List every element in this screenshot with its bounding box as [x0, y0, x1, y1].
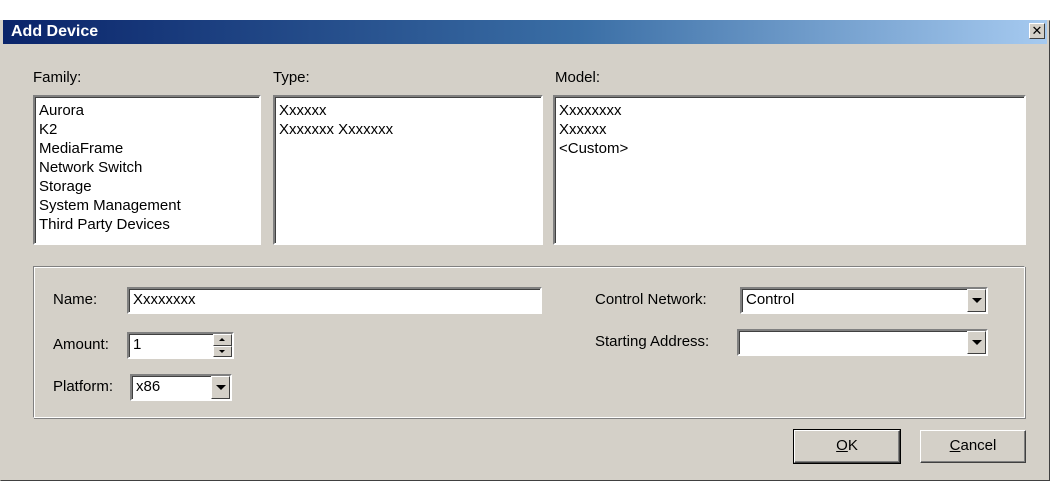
cancel-label: ancel — [960, 437, 997, 454]
name-input[interactable]: Xxxxxxxx — [127, 287, 542, 314]
platform-label: Platform: — [53, 378, 114, 395]
control-network-select[interactable]: Control — [740, 287, 988, 314]
starting-address-select[interactable] — [737, 329, 988, 356]
ok-button[interactable]: OK — [793, 429, 901, 464]
amount-label: Amount: — [53, 336, 109, 353]
model-item[interactable]: <Custom> — [559, 139, 1024, 158]
type-label: Type: — [273, 69, 310, 86]
ok-mnemonic: O — [836, 437, 848, 454]
cancel-button[interactable]: Cancel — [920, 430, 1026, 463]
chevron-down-icon[interactable] — [967, 289, 986, 312]
model-label: Model: — [555, 69, 601, 86]
ok-label: K — [847, 437, 858, 454]
family-item[interactable]: System Management — [39, 196, 259, 215]
window-title: Add Device — [11, 23, 99, 40]
window-top-strip — [0, 0, 1052, 20]
type-listbox[interactable]: Xxxxxx Xxxxxxx Xxxxxxx — [273, 95, 543, 245]
amount-value: 1 — [133, 336, 142, 353]
cancel-mnemonic: C — [949, 437, 961, 454]
spin-up-icon[interactable] — [213, 334, 232, 346]
starting-address-label: Starting Address: — [595, 333, 710, 350]
chevron-down-icon[interactable] — [211, 376, 230, 399]
family-item[interactable]: Storage — [39, 177, 259, 196]
platform-select[interactable]: x86 — [130, 374, 232, 401]
control-network-label: Control Network: — [595, 291, 707, 308]
family-item[interactable]: Aurora — [39, 101, 259, 120]
type-item[interactable]: Xxxxxx — [279, 101, 541, 120]
platform-value: x86 — [136, 378, 161, 395]
family-item[interactable]: Third Party Devices — [39, 215, 259, 234]
family-listbox[interactable]: Aurora K2 MediaFrame Network Switch Stor… — [33, 95, 261, 245]
model-listbox[interactable]: Xxxxxxxx Xxxxxx <Custom> — [553, 95, 1026, 245]
amount-spinner[interactable]: 1 — [127, 332, 234, 359]
close-icon[interactable]: ✕ — [1029, 23, 1045, 39]
control-network-value: Control — [746, 291, 795, 308]
family-item[interactable]: Network Switch — [39, 158, 259, 177]
name-label: Name: — [53, 291, 98, 308]
family-label: Family: — [33, 69, 82, 86]
spin-down-icon[interactable] — [213, 345, 232, 357]
amount-spin-buttons[interactable] — [213, 334, 232, 357]
model-item[interactable]: Xxxxxx — [559, 120, 1024, 139]
family-item[interactable]: MediaFrame — [39, 139, 259, 158]
type-item[interactable]: Xxxxxxx Xxxxxxx — [279, 120, 541, 139]
model-item[interactable]: Xxxxxxxx — [559, 101, 1024, 120]
title-bar[interactable]: Add Device ✕ — [3, 20, 1047, 44]
chevron-down-icon[interactable] — [967, 331, 986, 354]
family-item[interactable]: K2 — [39, 120, 259, 139]
